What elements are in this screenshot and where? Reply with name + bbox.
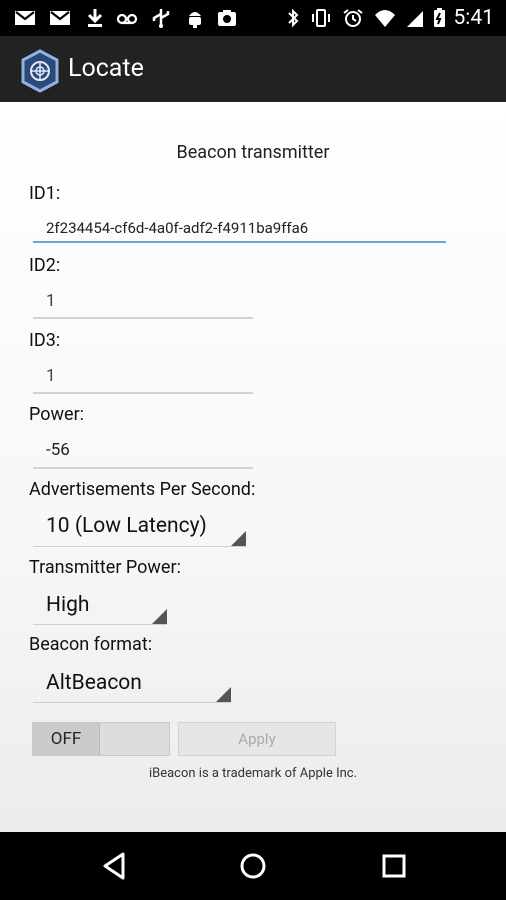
spinner-underline: [33, 702, 231, 703]
navigation-bar: [0, 832, 506, 900]
beacon-format-value: AltBeacon: [46, 671, 142, 695]
back-icon[interactable]: [97, 851, 131, 881]
apply-button[interactable]: Apply: [178, 722, 336, 756]
power-label: Power:: [29, 404, 85, 425]
power-field-underline: [33, 467, 253, 469]
dropdown-arrow-icon: [152, 609, 167, 624]
recents-icon[interactable]: [377, 851, 411, 881]
transmitter-power-value: High: [46, 593, 90, 617]
id2-field[interactable]: 1: [46, 291, 56, 311]
app-bar: Locate: [0, 36, 506, 102]
id3-field[interactable]: 1: [46, 366, 56, 386]
usb-icon: [150, 8, 172, 28]
spinner-underline: [33, 546, 246, 547]
section-title: Beacon transmitter: [176, 142, 330, 163]
vibrate-icon: [310, 8, 332, 28]
toggle-off-label: OFF: [33, 723, 100, 755]
spinner-underline: [33, 624, 167, 625]
ads-per-second-value: 10 (Low Latency): [46, 514, 207, 538]
transmitter-power-label: Transmitter Power:: [29, 557, 181, 578]
main-content: Beacon transmitter ID1: 2f234454-cf6d-4a…: [0, 102, 506, 832]
voicemail-icon: [116, 8, 138, 28]
gmail-icon: [14, 8, 36, 28]
photo-icon: [216, 8, 238, 28]
alarm-icon: [342, 8, 364, 28]
dropdown-arrow-icon: [216, 687, 231, 702]
status-bar: 5:41: [0, 0, 506, 36]
id1-field[interactable]: 2f234454-cf6d-4a0f-adf2-f4911ba9ffa6: [46, 219, 308, 237]
dropdown-arrow-icon: [231, 531, 246, 546]
ads-per-second-label: Advertisements Per Second:: [29, 479, 256, 500]
trademark-notice: iBeacon is a trademark of Apple Inc.: [148, 766, 358, 781]
status-time: 5:41: [453, 6, 495, 30]
id3-label: ID3:: [29, 330, 61, 351]
home-icon[interactable]: [236, 851, 270, 881]
download-icon: [84, 8, 106, 28]
beacon-format-label: Beacon format:: [29, 634, 153, 655]
gmail-icon: [49, 8, 71, 28]
transmit-toggle[interactable]: OFF: [32, 722, 170, 756]
id1-label: ID1:: [29, 183, 61, 204]
power-field[interactable]: -56: [46, 440, 70, 460]
wifi-icon: [404, 8, 426, 28]
android-debug-icon: [184, 8, 206, 28]
app-title: Locate: [68, 54, 144, 83]
app-logo-icon: [20, 49, 60, 93]
bluetooth-icon: [282, 8, 304, 28]
id2-label: ID2:: [29, 255, 61, 276]
id2-field-underline: [33, 317, 253, 319]
battery-icon: [428, 8, 450, 28]
wifi-icon: [374, 8, 396, 28]
id1-field-underline: [33, 241, 446, 243]
id3-field-underline: [33, 392, 253, 394]
